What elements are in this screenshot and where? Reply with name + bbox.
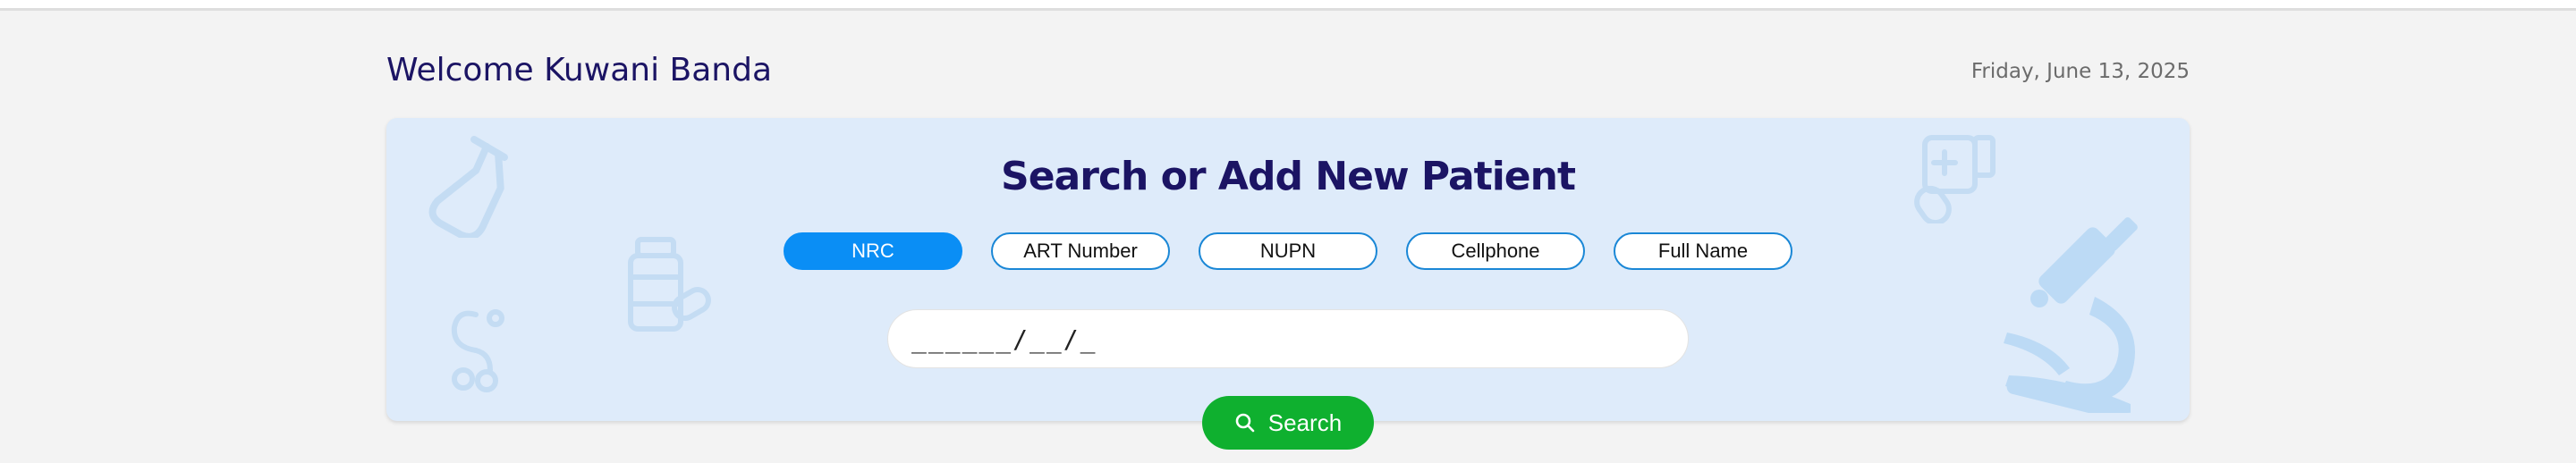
search-icon [1235, 413, 1255, 433]
welcome-heading: Welcome Kuwani Banda [386, 52, 772, 88]
tab-nrc[interactable]: NRC [784, 232, 962, 270]
stethoscope-icon [451, 309, 504, 392]
search-type-tabs: NRC ART Number NUPN Cellphone Full Name [386, 232, 2190, 270]
search-button[interactable]: Search [1202, 396, 1374, 450]
search-button-label: Search [1267, 408, 1343, 436]
search-patient-card: Search or Add New Patient NRC ART Number… [386, 118, 2190, 421]
search-card-title: Search or Add New Patient [1001, 154, 1576, 199]
nrc-search-input[interactable]: ______/__/_ [887, 309, 1689, 368]
current-date: Friday, June 13, 2025 [1970, 60, 2190, 83]
tab-cellphone[interactable]: Cellphone [1406, 232, 1585, 270]
tab-nupn[interactable]: NUPN [1199, 232, 1377, 270]
top-bar [0, 0, 2576, 11]
tab-art-number[interactable]: ART Number [991, 232, 1170, 270]
tab-full-name[interactable]: Full Name [1614, 232, 1792, 270]
